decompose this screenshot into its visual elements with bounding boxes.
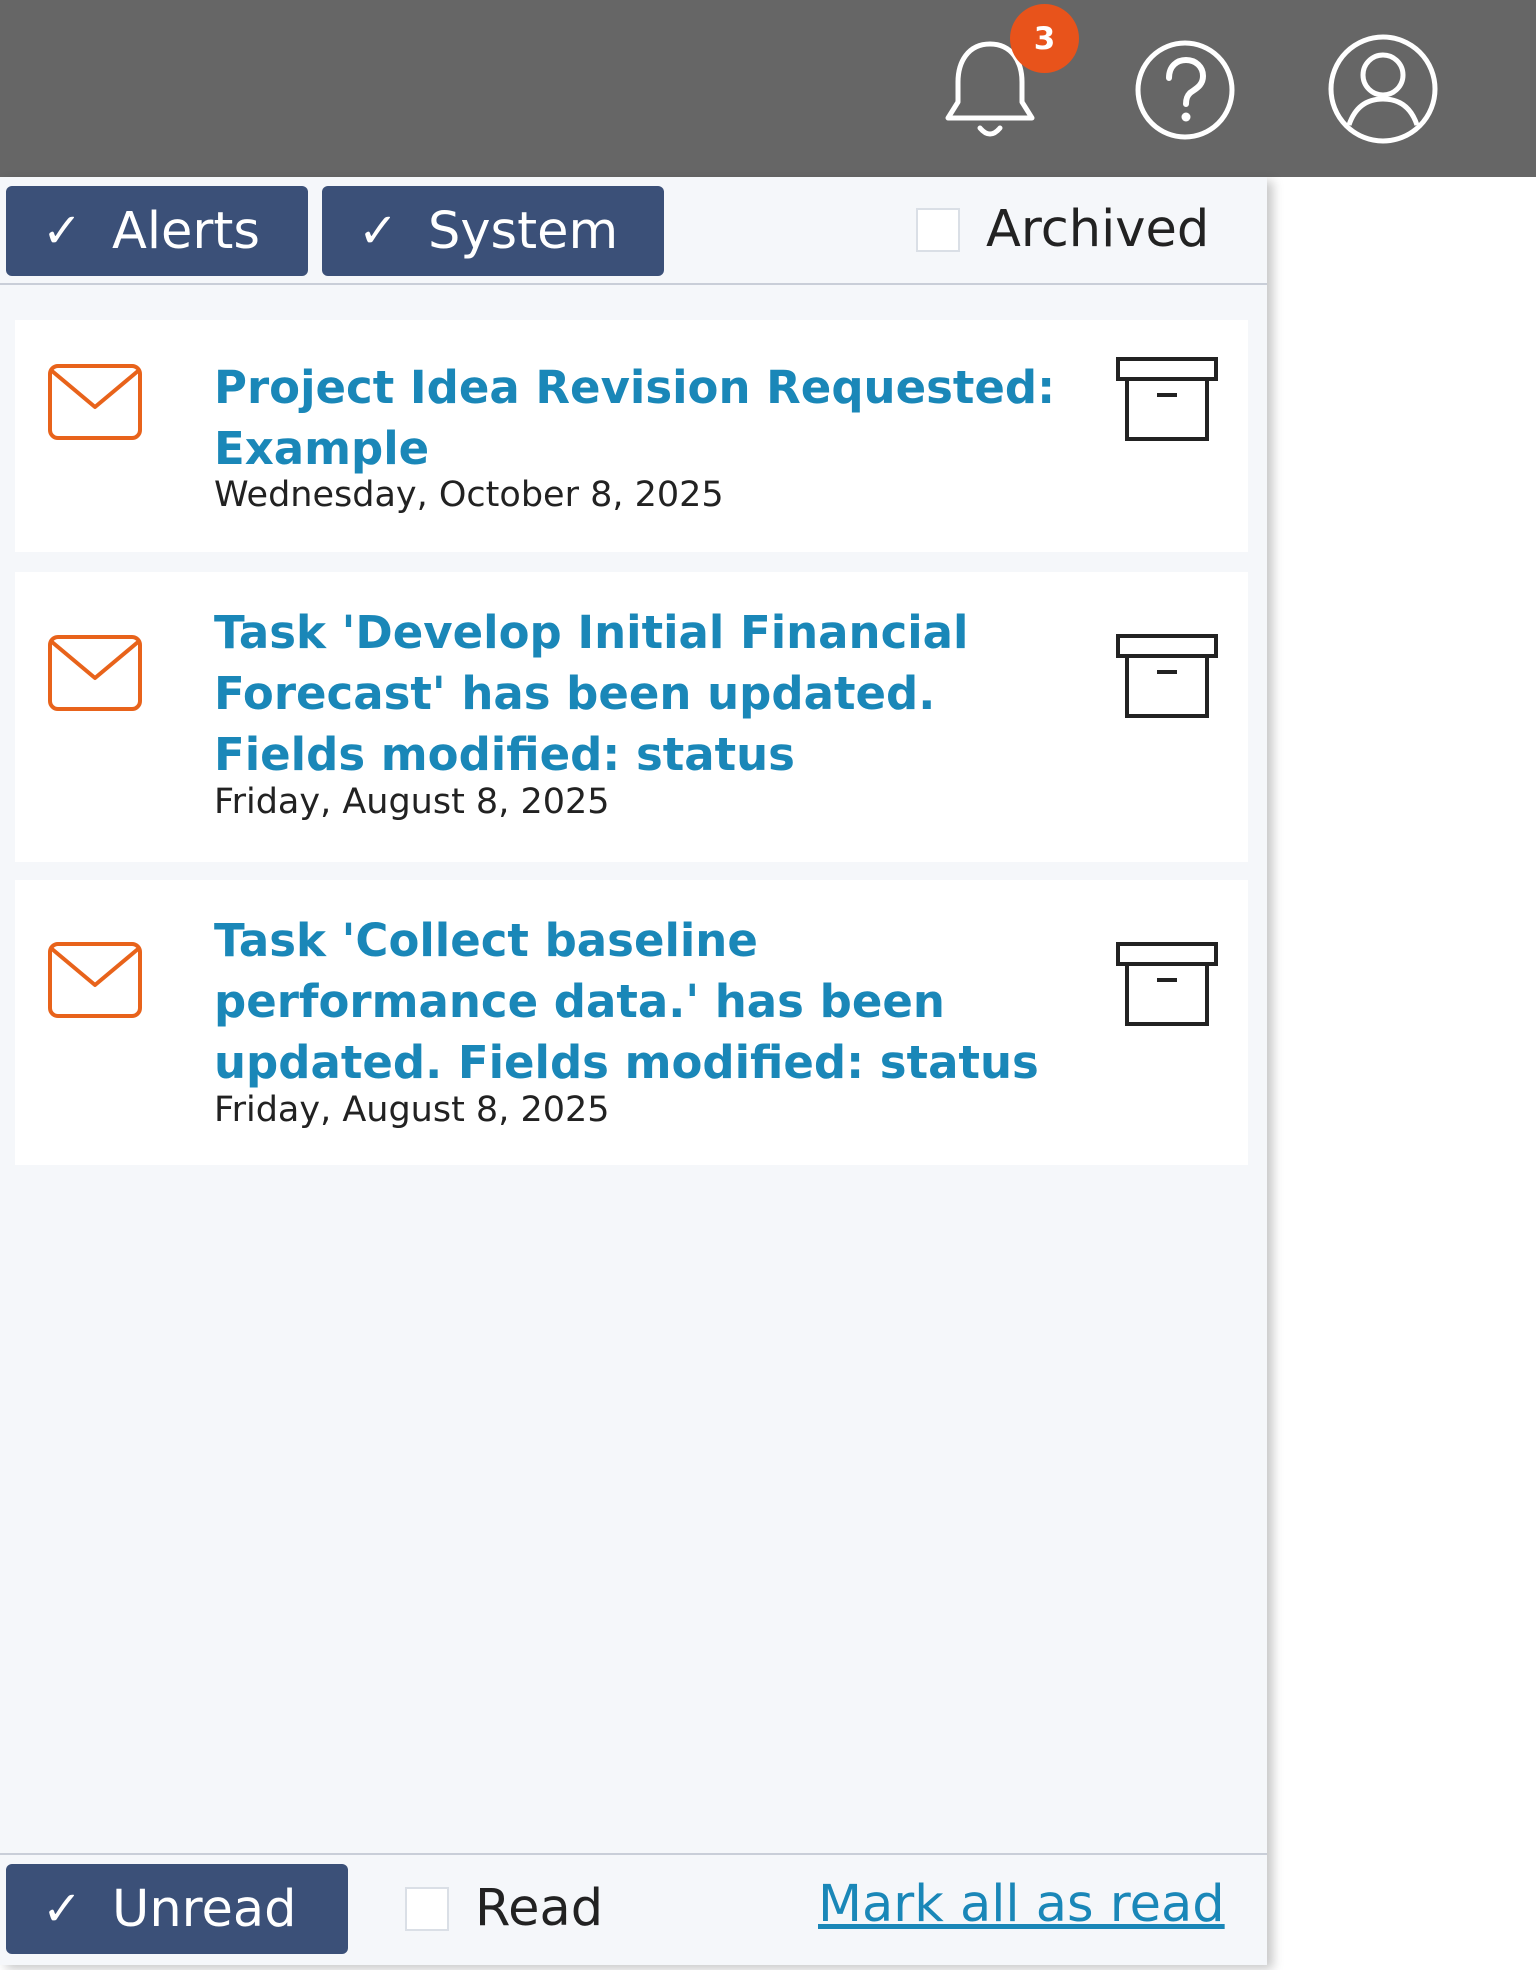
notification-title[interactable]: Task 'Develop Initial Financial Forecast…	[214, 602, 1094, 785]
archive-icon[interactable]	[1115, 633, 1219, 719]
mark-all-as-read-link[interactable]: Mark all as read	[818, 1875, 1225, 1934]
top-bar: 3	[0, 0, 1536, 177]
help-button[interactable]	[1133, 38, 1237, 142]
read-filter-checkbox[interactable]: Read	[405, 1879, 603, 1938]
notifications-panel: ✓ Alerts ✓ System Archived Project Idea …	[0, 177, 1267, 1965]
account-button[interactable]	[1327, 33, 1439, 145]
system-filter-label: System	[428, 201, 619, 261]
checkmark-icon: ✓	[358, 203, 399, 259]
notification-item[interactable]: Project Idea Revision Requested: Example…	[15, 320, 1248, 552]
notification-title[interactable]: Project Idea Revision Requested: Example	[214, 357, 1094, 479]
read-filter-bar: ✓ Unread Read Mark all as read	[0, 1853, 1267, 1965]
envelope-icon	[48, 364, 142, 440]
notification-date: Friday, August 8, 2025	[214, 1090, 610, 1130]
unread-filter-label: Unread	[112, 1879, 297, 1939]
checkmark-icon: ✓	[42, 203, 83, 259]
archived-filter-checkbox[interactable]: Archived	[916, 200, 1209, 259]
unread-filter-toggle[interactable]: ✓ Unread	[6, 1864, 348, 1954]
envelope-icon	[48, 635, 142, 711]
account-icon	[1328, 34, 1438, 144]
notification-date: Wednesday, October 8, 2025	[214, 475, 724, 515]
alerts-filter-label: Alerts	[112, 201, 260, 261]
notification-item[interactable]: Task 'Develop Initial Financial Forecast…	[15, 572, 1248, 862]
notification-date: Friday, August 8, 2025	[214, 782, 610, 822]
checkbox-box[interactable]	[916, 207, 960, 252]
help-icon	[1135, 40, 1235, 140]
read-filter-label: Read	[475, 1879, 604, 1938]
alerts-filter-toggle[interactable]: ✓ Alerts	[6, 186, 308, 276]
archive-icon[interactable]	[1115, 941, 1219, 1027]
archive-icon[interactable]	[1115, 356, 1219, 442]
system-filter-toggle[interactable]: ✓ System	[322, 186, 664, 276]
archived-filter-label: Archived	[986, 200, 1210, 259]
envelope-icon	[48, 942, 142, 1018]
checkbox-box[interactable]	[405, 1886, 449, 1931]
filter-bar: ✓ Alerts ✓ System Archived	[0, 177, 1267, 285]
checkmark-icon: ✓	[42, 1881, 83, 1937]
notification-item[interactable]: Task 'Collect baseline performance data.…	[15, 880, 1248, 1165]
notification-count-badge: 3	[1010, 4, 1079, 73]
notification-title[interactable]: Task 'Collect baseline performance data.…	[214, 910, 1094, 1093]
